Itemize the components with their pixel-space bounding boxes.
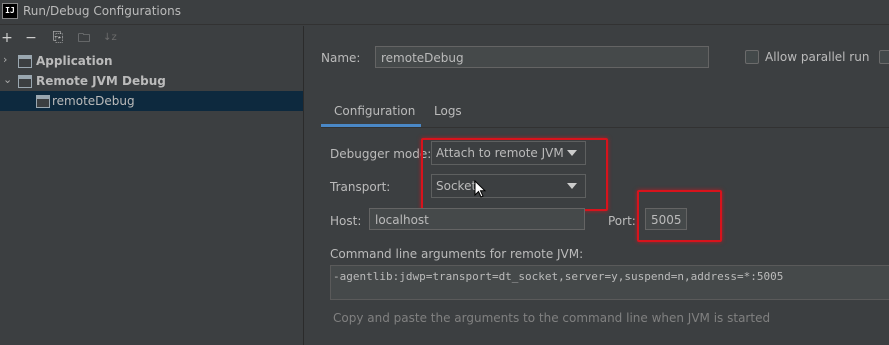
intellij-app-icon: IJ bbox=[2, 3, 18, 19]
highlight-box-selects bbox=[421, 138, 608, 211]
copy-icon[interactable]: ⎘ bbox=[49, 29, 67, 47]
add-icon[interactable]: + bbox=[0, 29, 16, 47]
store-as-file-checkbox[interactable] bbox=[879, 50, 889, 64]
config-toolbar: + − ⎘ 🗀 ↓z bbox=[0, 26, 303, 50]
tree-item-application[interactable]: › Application bbox=[0, 51, 303, 71]
mouse-pointer-icon bbox=[474, 180, 486, 198]
allow-parallel-checkbox[interactable] bbox=[745, 50, 759, 64]
name-field[interactable]: remoteDebug bbox=[375, 46, 709, 68]
window-title: Run/Debug Configurations bbox=[23, 4, 181, 18]
chevron-down-icon[interactable]: ⌄ bbox=[3, 73, 13, 86]
cmd-args-hint: Copy and paste the arguments to the comm… bbox=[333, 311, 771, 325]
tree-item-label: remoteDebug bbox=[52, 94, 135, 108]
tab-selected-indicator bbox=[321, 124, 421, 127]
chevron-right-icon[interactable]: › bbox=[3, 53, 13, 66]
host-field[interactable]: localhost bbox=[369, 208, 585, 230]
sort-icon[interactable]: ↓z bbox=[101, 29, 119, 47]
cmd-args-label: Command line arguments for remote JVM: bbox=[330, 247, 584, 261]
remote-debug-icon bbox=[18, 75, 32, 88]
folder-icon[interactable]: 🗀 bbox=[75, 29, 93, 47]
remove-icon[interactable]: − bbox=[22, 29, 40, 47]
tree-item-label: Application bbox=[36, 54, 113, 68]
transport-label: Transport: bbox=[330, 180, 391, 194]
tab-separator bbox=[321, 127, 889, 128]
allow-parallel-label: Allow parallel run bbox=[765, 50, 870, 64]
tree-item-remotedebug[interactable]: remoteDebug bbox=[0, 91, 303, 111]
panel-divider[interactable] bbox=[303, 26, 304, 345]
host-label: Host: bbox=[330, 214, 362, 228]
application-icon bbox=[18, 55, 32, 68]
tab-logs[interactable]: Logs bbox=[434, 104, 462, 118]
configurations-tree: › Application ⌄ Remote JVM Debug remoteD… bbox=[0, 50, 303, 345]
tab-configuration[interactable]: Configuration bbox=[334, 104, 415, 118]
tree-item-label: Remote JVM Debug bbox=[36, 74, 166, 88]
name-label: Name: bbox=[321, 51, 361, 65]
highlight-box-port bbox=[637, 190, 722, 242]
port-label: Port: bbox=[608, 214, 636, 228]
debugger-mode-label: Debugger mode: bbox=[330, 147, 432, 161]
tree-item-remote-jvm-debug[interactable]: ⌄ Remote JVM Debug bbox=[0, 71, 303, 91]
cmd-args-field[interactable]: -agentlib:jdwp=transport=dt_socket,serve… bbox=[330, 265, 889, 300]
remote-debug-config-icon bbox=[36, 95, 50, 108]
